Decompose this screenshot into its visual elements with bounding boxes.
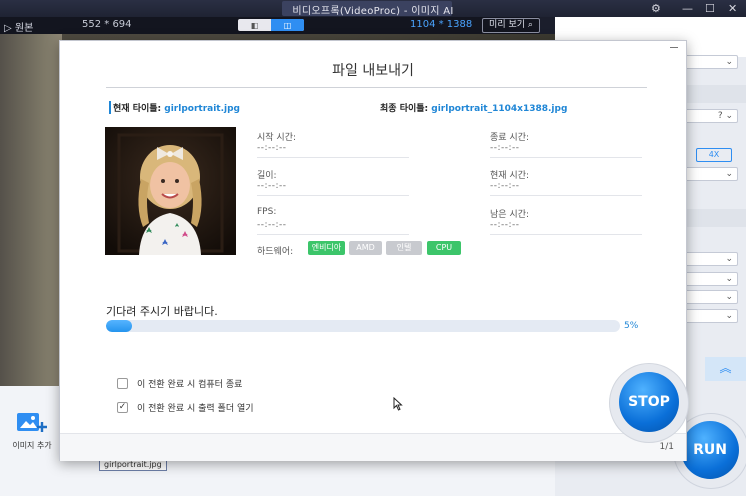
original-toggle[interactable]: ▷ 원본	[4, 19, 33, 34]
final-title: 최종 타이틀: girlportrait_1104x1388.jpg	[380, 101, 567, 114]
remaining-time-label: 남은 시간:	[490, 210, 530, 220]
original-label: 원본	[14, 23, 34, 34]
shutdown-option-label: 이 전환 완료 시 컴퓨터 종료	[137, 379, 243, 390]
add-image-button[interactable]: 이미지 추가	[10, 410, 54, 451]
settings-dropdown[interactable]: ⌄	[678, 55, 738, 69]
current-title-value: girlportrait.jpg	[164, 104, 240, 114]
current-title: 현재 타이틀: girlportrait.jpg	[109, 101, 240, 114]
end-time-value: --:--:--	[490, 143, 520, 153]
hardware-nvidia-button[interactable]: 엔비디아	[308, 241, 345, 255]
length-field: 길이: --:--:--	[257, 168, 409, 196]
mouse-cursor-icon	[393, 397, 403, 411]
current-time-label: 현재 시간:	[490, 171, 530, 181]
play-icon: ▷	[4, 23, 12, 34]
settings-dropdown[interactable]: ⌄	[678, 252, 738, 266]
settings-dropdown[interactable]: ⌄	[678, 167, 738, 181]
dialog-footer: 1/1	[60, 433, 686, 461]
stop-button[interactable]: STOP	[619, 372, 679, 432]
current-title-label: 현재 타이틀:	[113, 104, 162, 114]
progress-bar	[106, 320, 620, 332]
shutdown-checkbox[interactable]	[117, 377, 128, 389]
open-folder-option[interactable]: ✓ 이 전환 완료 시 출력 폴더 열기	[117, 401, 254, 414]
title-bar: 비디오프록(VideoProc) - 이미지 AI ⚙ — ☐ ✕	[0, 0, 746, 17]
final-title-value: girlportrait_1104x1388.jpg	[431, 104, 568, 114]
image-thumbnail	[105, 127, 236, 255]
run-button[interactable]: RUN	[681, 421, 739, 479]
field-underline	[257, 195, 409, 196]
fps-label: FPS:	[257, 207, 277, 217]
current-time-field: 현재 시간: --:--:--	[490, 168, 642, 196]
view-mode-toggle[interactable]: ◧ ◫	[238, 19, 304, 31]
split-view-icon[interactable]: ◧	[238, 19, 271, 31]
length-value: --:--:--	[257, 181, 287, 191]
page-indicator: 1/1	[659, 442, 674, 452]
search-icon: ⌕	[527, 20, 533, 30]
start-time-label: 시작 시간:	[257, 133, 297, 143]
preview-label: 미리 보기	[489, 20, 526, 30]
field-underline	[490, 157, 642, 158]
length-label: 길이:	[257, 171, 277, 181]
dialog-minimize-icon[interactable]	[670, 47, 678, 48]
hardware-amd-button[interactable]: AMD	[349, 241, 382, 255]
field-underline	[490, 195, 642, 196]
remaining-time-field: 남은 시간: --:--:--	[490, 207, 642, 235]
remaining-time-value: --:--:--	[490, 220, 520, 230]
final-title-label: 최종 타이틀:	[380, 104, 429, 114]
end-time-field: 종료 시간: --:--:--	[490, 130, 642, 158]
add-image-label: 이미지 추가	[12, 441, 52, 450]
title-divider	[106, 87, 647, 88]
start-time-field: 시작 시간: --:--:--	[257, 130, 409, 158]
field-underline	[257, 157, 409, 158]
open-folder-option-label: 이 전환 완료 시 출력 폴더 열기	[137, 403, 254, 414]
status-text: 기다려 주시기 바랍니다.	[106, 305, 218, 318]
field-underline	[490, 234, 642, 235]
fps-field: FPS: --:--:--	[257, 207, 409, 235]
hardware-intel-button[interactable]: 인텔	[386, 241, 422, 255]
add-image-icon	[17, 413, 47, 432]
settings-dropdown[interactable]: ⌄	[678, 272, 738, 286]
start-time-value: --:--:--	[257, 143, 287, 153]
original-dimensions: 552 * 694	[82, 19, 132, 30]
fps-value: --:--:--	[257, 220, 287, 230]
settings-dropdown[interactable]: ⌄	[678, 290, 738, 304]
side-by-side-icon[interactable]: ◫	[271, 19, 304, 31]
settings-dropdown[interactable]: ? ⌄	[678, 109, 738, 123]
progress-fill	[106, 320, 132, 332]
output-dimensions: 1104 * 1388	[410, 19, 473, 30]
preview-button[interactable]: 미리 보기 ⌕	[482, 18, 540, 33]
hardware-label: 하드웨어:	[257, 247, 294, 257]
window-title: 비디오프록(VideoProc) - 이미지 AI	[292, 6, 454, 17]
settings-dropdown[interactable]: ⌄	[678, 309, 738, 323]
dialog-title: 파일 내보내기	[332, 63, 414, 79]
shutdown-option[interactable]: 이 전환 완료 시 컴퓨터 종료	[117, 377, 243, 390]
scale-option-4x[interactable]: 4X	[696, 148, 732, 162]
preview-toolbar: ▷ 원본 552 * 694 ◧ ◫ 1104 * 1388 미리 보기 ⌕	[0, 17, 540, 34]
collapse-chevron-icon[interactable]: ︽	[705, 357, 746, 381]
field-underline	[257, 234, 409, 235]
hardware-cpu-button[interactable]: CPU	[427, 241, 461, 255]
preview-edge	[0, 34, 62, 386]
end-time-label: 종료 시간:	[490, 133, 530, 143]
current-time-value: --:--:--	[490, 181, 520, 191]
open-folder-checkbox[interactable]: ✓	[117, 401, 128, 413]
portrait-image	[105, 127, 236, 255]
export-dialog: 파일 내보내기 현재 타이틀: girlportrait.jpg 최종 타이틀:…	[59, 40, 687, 461]
progress-percent: 5%	[624, 321, 639, 331]
help-icon[interactable]: ?	[718, 111, 723, 121]
